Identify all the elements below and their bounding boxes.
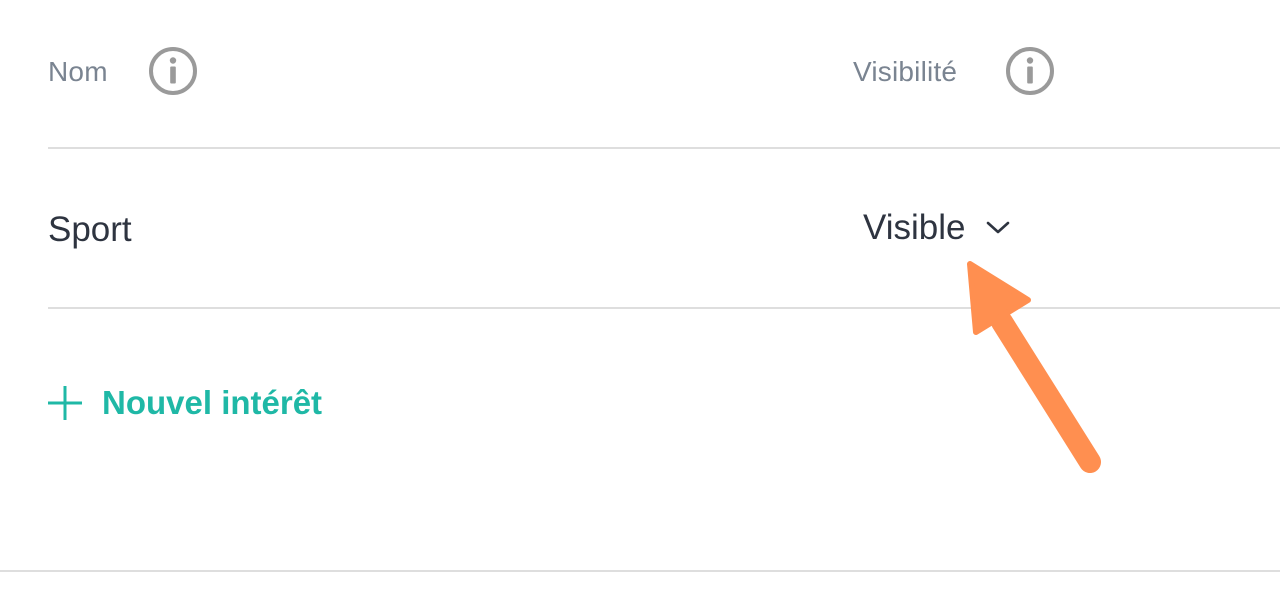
interest-name: Sport bbox=[48, 210, 132, 249]
chevron-down-icon bbox=[987, 221, 1010, 234]
add-interest-button[interactable]: Nouvel intérêt bbox=[46, 384, 322, 422]
column-header-name: Nom bbox=[48, 56, 108, 87]
table-header: Nom Visibilité bbox=[48, 40, 1280, 104]
add-interest-label: Nouvel intérêt bbox=[102, 384, 323, 421]
visibility-value: Visible bbox=[863, 208, 966, 247]
interests-page: Nom Visibilité Sport Visible Nouvel inté bbox=[0, 0, 1280, 607]
info-icon[interactable] bbox=[148, 46, 198, 96]
header-divider bbox=[48, 147, 1280, 149]
info-icon[interactable] bbox=[1005, 46, 1055, 96]
column-header-visibility: Visibilité bbox=[853, 56, 958, 87]
annotation-arrow-icon bbox=[967, 261, 1101, 473]
plus-icon bbox=[48, 386, 82, 420]
visibility-dropdown[interactable]: Visible bbox=[863, 208, 1011, 248]
section-divider bbox=[0, 570, 1280, 572]
